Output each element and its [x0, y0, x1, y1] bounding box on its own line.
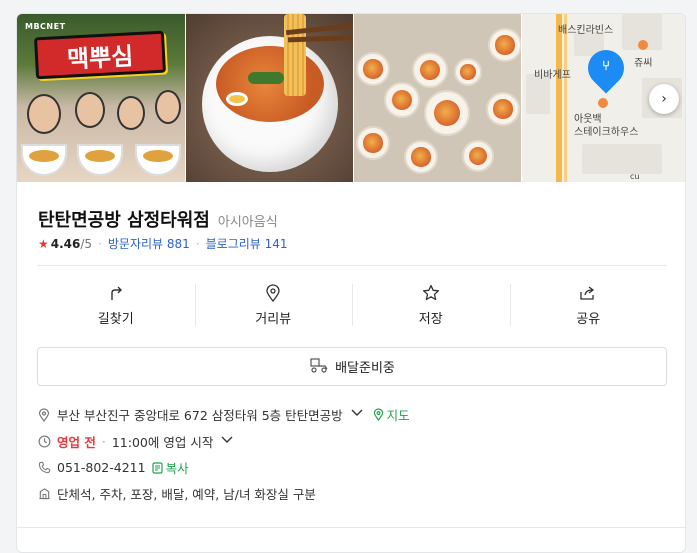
star-outline-icon — [422, 284, 440, 302]
broth-image — [216, 46, 324, 122]
noodle-image — [284, 14, 306, 96]
location-pin-icon — [37, 407, 51, 422]
directions-button[interactable]: 길찾기 — [37, 280, 195, 330]
separator: · — [101, 434, 106, 449]
show-title: 맥뿌심 — [33, 30, 167, 80]
map-poi-icon — [598, 98, 608, 108]
place-card: MBCNET 맥뿌심 배스킨라빈스 쥬씨 비바게프 아웃백 스테이크하우스 cu… — [16, 13, 686, 553]
map-poi-icon — [638, 40, 648, 50]
separator: · — [98, 236, 102, 251]
bowl-image — [21, 144, 67, 176]
directions-icon — [107, 284, 125, 302]
building-icon — [37, 487, 51, 501]
rating-score: 4.46 — [50, 236, 81, 251]
photo-strip: MBCNET 맥뿌심 배스킨라빈스 쥬씨 비바게프 아웃백 스테이크하우스 cu… — [17, 14, 685, 182]
share-icon — [579, 284, 597, 302]
facilities-row: 단체석, 주차, 포장, 배달, 예약, 남/녀 화장실 구분 — [37, 484, 316, 503]
egg-image — [226, 92, 248, 106]
person-image — [27, 94, 61, 134]
opening-hours: 11:00에 영업 시작 — [111, 435, 214, 450]
address-text: 부산 부산진구 중앙대로 672 삼정타워 5층 탄탄면공방 — [57, 408, 343, 423]
copy-icon — [151, 461, 163, 474]
photo-noodle-bowl[interactable] — [186, 14, 353, 182]
action-bar: 길찾기 거리뷰 저장 공유 — [37, 280, 667, 330]
place-category: 아시아음식 — [217, 215, 278, 230]
bowl-image — [77, 144, 123, 176]
person-image — [117, 96, 145, 130]
copy-button[interactable]: 복사 — [151, 458, 189, 477]
chevron-down-icon[interactable] — [351, 409, 363, 420]
location-pin-icon — [264, 283, 282, 302]
delivery-status-button[interactable]: 배달준비중 — [37, 347, 667, 386]
save-button[interactable]: 저장 — [352, 280, 510, 330]
rating-max: /5 — [80, 236, 93, 251]
map-label: 비바게프 — [534, 70, 571, 81]
street-view-button[interactable]: 거리뷰 — [194, 280, 353, 330]
clock-icon — [37, 435, 51, 449]
phone-icon — [37, 461, 51, 475]
rating-row: ★ 4.46 /5 · 방문자리뷰 881 · 블로그리뷰 141 — [38, 235, 288, 252]
dish-image — [424, 90, 470, 136]
copy-label: 복사 — [165, 461, 189, 476]
bowl-image — [135, 144, 181, 176]
tv-logo: MBCNET — [25, 22, 66, 31]
photo-tv-show[interactable]: MBCNET 맥뿌심 — [17, 14, 185, 182]
map-label: cu — [630, 172, 640, 181]
next-photo-button[interactable]: › — [649, 84, 679, 114]
address-row: 부산 부산진구 중앙대로 672 삼정타워 5층 탄탄면공방 지도 — [37, 405, 410, 424]
dish-image — [356, 52, 390, 86]
star-icon: ★ — [38, 236, 49, 251]
map-link-label: 지도 — [386, 408, 410, 423]
map-label: 스테이크하우스 — [574, 127, 639, 138]
map-label: 쥬씨 — [634, 58, 653, 69]
person-image — [155, 90, 181, 124]
map-label: 배스킨라빈스 — [558, 25, 614, 36]
business-status: 영업 전 — [57, 435, 96, 450]
divider — [37, 265, 667, 266]
facilities-text: 단체석, 주차, 포장, 배달, 예약, 남/녀 화장실 구분 — [57, 487, 316, 502]
phone-number[interactable]: 051-802-4211 — [57, 460, 146, 475]
delivery-status-label: 배달준비중 — [335, 361, 395, 376]
hours-row: 영업 전 · 11:00에 영업 시작 — [37, 432, 233, 451]
visitor-review-link[interactable]: 방문자리뷰 881 — [108, 235, 190, 252]
delivery-scooter-icon — [309, 357, 329, 377]
fork-knife-icon: ⑂ — [602, 58, 610, 74]
map-pin-icon — [373, 408, 383, 421]
street-view-label: 거리뷰 — [255, 311, 292, 327]
share-button[interactable]: 공유 — [509, 280, 668, 330]
person-image — [75, 92, 105, 128]
divider — [17, 527, 685, 528]
save-label: 저장 — [418, 311, 443, 327]
dish-image — [384, 82, 420, 118]
place-name: 탄탄면공방 삼정타워점 — [38, 210, 210, 231]
dish-image — [356, 126, 390, 160]
phone-row: 051-802-4211 복사 — [37, 458, 189, 477]
dish-image — [462, 140, 494, 172]
map-road — [556, 14, 562, 182]
map-road — [564, 14, 567, 182]
chevron-down-icon[interactable] — [221, 436, 233, 447]
dish-image — [486, 92, 520, 126]
dish-image — [404, 140, 438, 174]
dish-image — [488, 28, 521, 62]
dish-image — [412, 52, 448, 88]
map-link[interactable]: 지도 — [373, 405, 410, 424]
title-row: 탄탄면공방 삼정타워점 아시아음식 — [38, 206, 278, 232]
map-building — [582, 144, 662, 174]
share-label: 공유 — [576, 311, 601, 327]
blog-review-link[interactable]: 블로그리뷰 141 — [206, 235, 288, 252]
separator: · — [195, 236, 200, 251]
dish-image — [454, 58, 482, 86]
photo-table-spread[interactable] — [354, 14, 521, 182]
directions-label: 길찾기 — [97, 311, 134, 327]
chevron-right-icon: › — [661, 91, 667, 107]
garnish-image — [248, 72, 284, 84]
